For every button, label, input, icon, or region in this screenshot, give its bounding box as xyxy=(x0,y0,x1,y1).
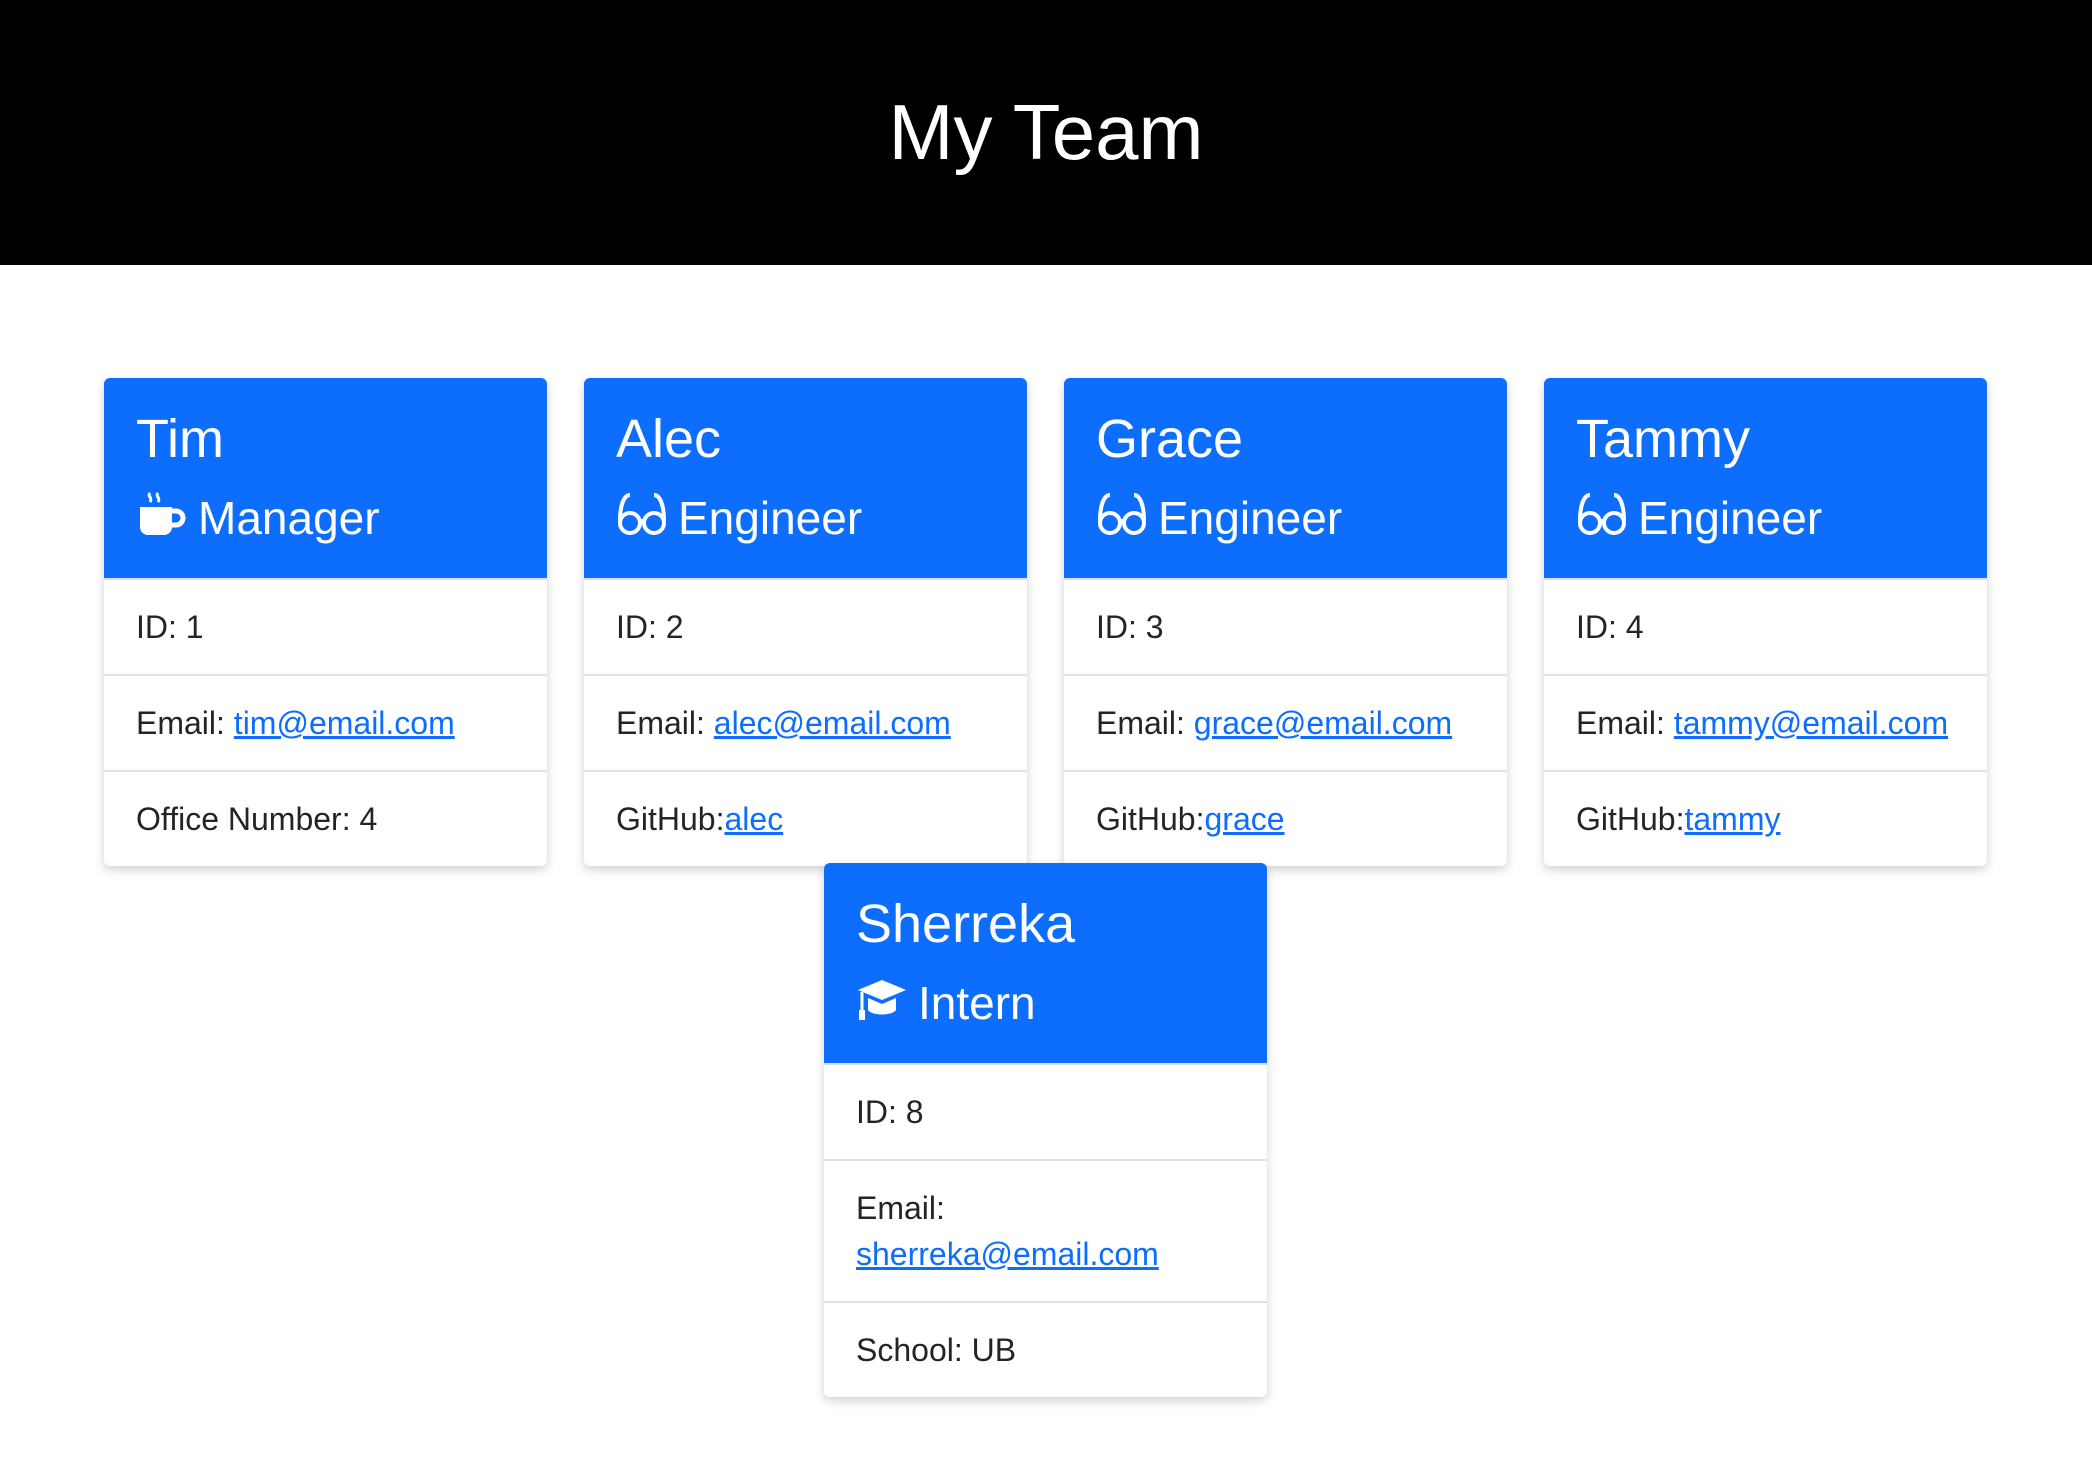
employee-role: Manager xyxy=(136,491,515,544)
github-link[interactable]: grace xyxy=(1204,801,1284,837)
email-row: Email: alec@email.com xyxy=(584,674,1027,770)
employee-id: ID: 3 xyxy=(1096,609,1164,645)
github-link[interactable]: alec xyxy=(724,801,783,837)
email-row: Email: grace@email.com xyxy=(1064,674,1507,770)
employee-card-tim: Tim Manager ID: 1 Email: tim@email.com O… xyxy=(104,378,547,866)
card-header: Sherreka Intern xyxy=(824,863,1267,1063)
github-label: GitHub: xyxy=(1096,801,1205,837)
github-label: GitHub: xyxy=(1576,801,1685,837)
employee-card-sherreka: Sherreka Intern ID: 8 Email: sherreka@em… xyxy=(824,863,1267,1397)
github-link[interactable]: tammy xyxy=(1684,801,1780,837)
id-row: ID: 2 xyxy=(584,578,1027,674)
role-label: Intern xyxy=(918,976,1036,1029)
glasses-icon xyxy=(1576,491,1628,544)
email-link[interactable]: sherreka@email.com xyxy=(856,1236,1159,1272)
extra-row: GitHub:grace xyxy=(1064,770,1507,866)
email-label: Email: xyxy=(856,1190,945,1226)
email-label: Email: xyxy=(1096,705,1194,741)
extra-row: GitHub:tammy xyxy=(1544,770,1987,866)
graduation-cap-icon xyxy=(856,976,908,1029)
employee-name: Tim xyxy=(136,409,224,469)
card-header: Grace Engineer xyxy=(1064,378,1507,578)
employee-id: ID: 2 xyxy=(616,609,684,645)
employee-card-tammy: Tammy Engineer ID: 4 Email: tammy@email.… xyxy=(1544,378,1987,866)
role-label: Engineer xyxy=(678,491,863,544)
employee-role: Intern xyxy=(856,976,1235,1029)
role-label: Manager xyxy=(198,491,380,544)
email-row: Email: sherreka@email.com xyxy=(824,1159,1267,1301)
extra-info: Office Number: 4 xyxy=(136,801,378,837)
email-label: Email: xyxy=(136,705,234,741)
card-header: Alec Engineer xyxy=(584,378,1027,578)
employee-name: Grace xyxy=(1096,409,1244,469)
page-header: My Team xyxy=(0,0,2092,265)
email-link[interactable]: tim@email.com xyxy=(234,705,455,741)
email-row: Email: tammy@email.com xyxy=(1544,674,1987,770)
id-row: ID: 4 xyxy=(1544,578,1987,674)
role-label: Engineer xyxy=(1638,491,1823,544)
employee-card-alec: Alec Engineer ID: 2 Email: alec@email.co… xyxy=(584,378,1027,866)
id-row: ID: 8 xyxy=(824,1063,1267,1159)
glasses-icon xyxy=(1096,491,1148,544)
email-link[interactable]: grace@email.com xyxy=(1194,705,1452,741)
extra-row: Office Number: 4 xyxy=(104,770,547,866)
mug-hot-icon xyxy=(136,491,188,544)
employee-id: ID: 1 xyxy=(136,609,204,645)
employee-id: ID: 4 xyxy=(1576,609,1644,645)
card-header: Tammy Engineer xyxy=(1544,378,1987,578)
card-header: Tim Manager xyxy=(104,378,547,578)
employee-name: Tammy xyxy=(1576,409,1750,469)
extra-row: GitHub:alec xyxy=(584,770,1027,866)
id-row: ID: 1 xyxy=(104,578,547,674)
employee-role: Engineer xyxy=(1576,491,1955,544)
employee-name: Alec xyxy=(616,409,722,469)
email-label: Email: xyxy=(616,705,714,741)
employee-id: ID: 8 xyxy=(856,1094,924,1130)
email-row: Email: tim@email.com xyxy=(104,674,547,770)
role-label: Engineer xyxy=(1158,491,1343,544)
extra-info: School: UB xyxy=(856,1332,1017,1368)
id-row: ID: 3 xyxy=(1064,578,1507,674)
employee-card-grace: Grace Engineer ID: 3 Email: grace@email.… xyxy=(1064,378,1507,866)
email-link[interactable]: alec@email.com xyxy=(714,705,951,741)
extra-row: School: UB xyxy=(824,1301,1267,1397)
employee-role: Engineer xyxy=(1096,491,1475,544)
email-label: Email: xyxy=(1576,705,1674,741)
glasses-icon xyxy=(616,491,668,544)
email-link[interactable]: tammy@email.com xyxy=(1674,705,1948,741)
employee-role: Engineer xyxy=(616,491,995,544)
page-title: My Team xyxy=(888,88,1204,176)
employee-name: Sherreka xyxy=(856,894,1076,954)
github-label: GitHub: xyxy=(616,801,725,837)
